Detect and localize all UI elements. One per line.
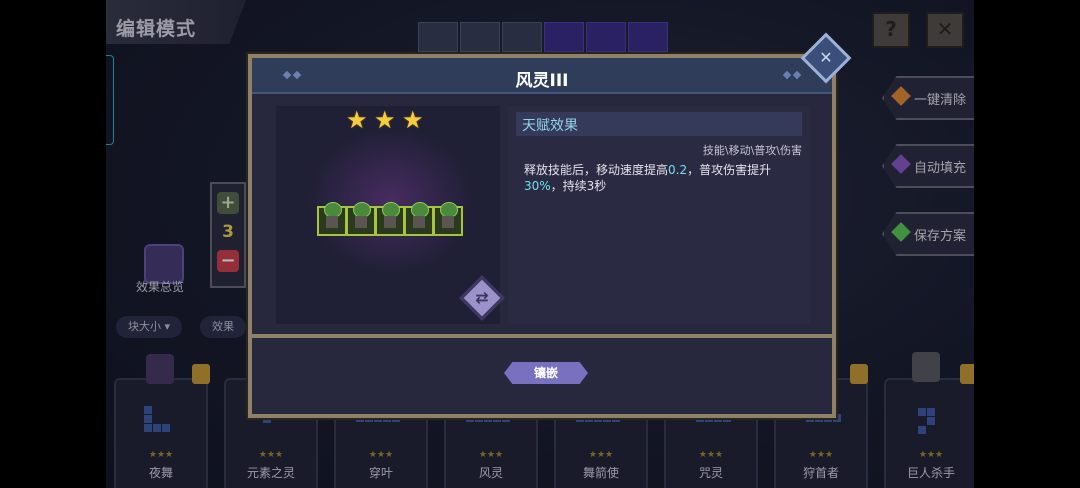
swap-icon: ⇄ — [475, 288, 489, 307]
inlay-button[interactable]: 镶嵌 — [504, 362, 588, 384]
star-icon: ★ — [346, 106, 368, 134]
dialog-divider — [252, 334, 832, 338]
talent-header-label: 天赋效果 — [522, 118, 578, 134]
rune-stone — [317, 202, 347, 236]
talent-description: 释放技能后，移动速度提高0.2，普攻伤害提升 30%，持续3秒 — [524, 162, 796, 194]
rune-stone — [375, 202, 405, 236]
rune-stone — [346, 202, 376, 236]
desc-text: 释放技能后，移动速度提高 — [524, 163, 669, 177]
talent-header: 天赋效果 — [516, 112, 802, 136]
desc-text: ，普攻伤害提升 — [687, 163, 772, 177]
talent-panel: 天赋效果 技能\移动\普攻\伤害 释放技能后，移动速度提高0.2，普攻伤害提升 3… — [508, 106, 810, 324]
dialog-title-bar: 风灵III — [252, 58, 832, 94]
dialog-title: 风灵III — [515, 71, 569, 91]
star-icon: ★ — [402, 106, 424, 134]
desc-text: ，持续3秒 — [550, 179, 607, 193]
desc-value-speed: 0.2 — [668, 163, 688, 177]
desc-value-damage: 30% — [524, 179, 551, 193]
rune-detail-dialog: 风灵III 天赋效果 技能\移动\普攻\伤害 释放技能后，移动速度提高0.2，普… — [248, 54, 836, 418]
star-icon: ★ — [374, 106, 396, 134]
glow-effect — [306, 126, 476, 276]
rune-stone — [404, 202, 434, 236]
close-icon: ✕ — [819, 48, 833, 67]
rune-stone — [433, 202, 463, 236]
talent-tags: 技能\移动\普攻\伤害 — [702, 144, 802, 157]
